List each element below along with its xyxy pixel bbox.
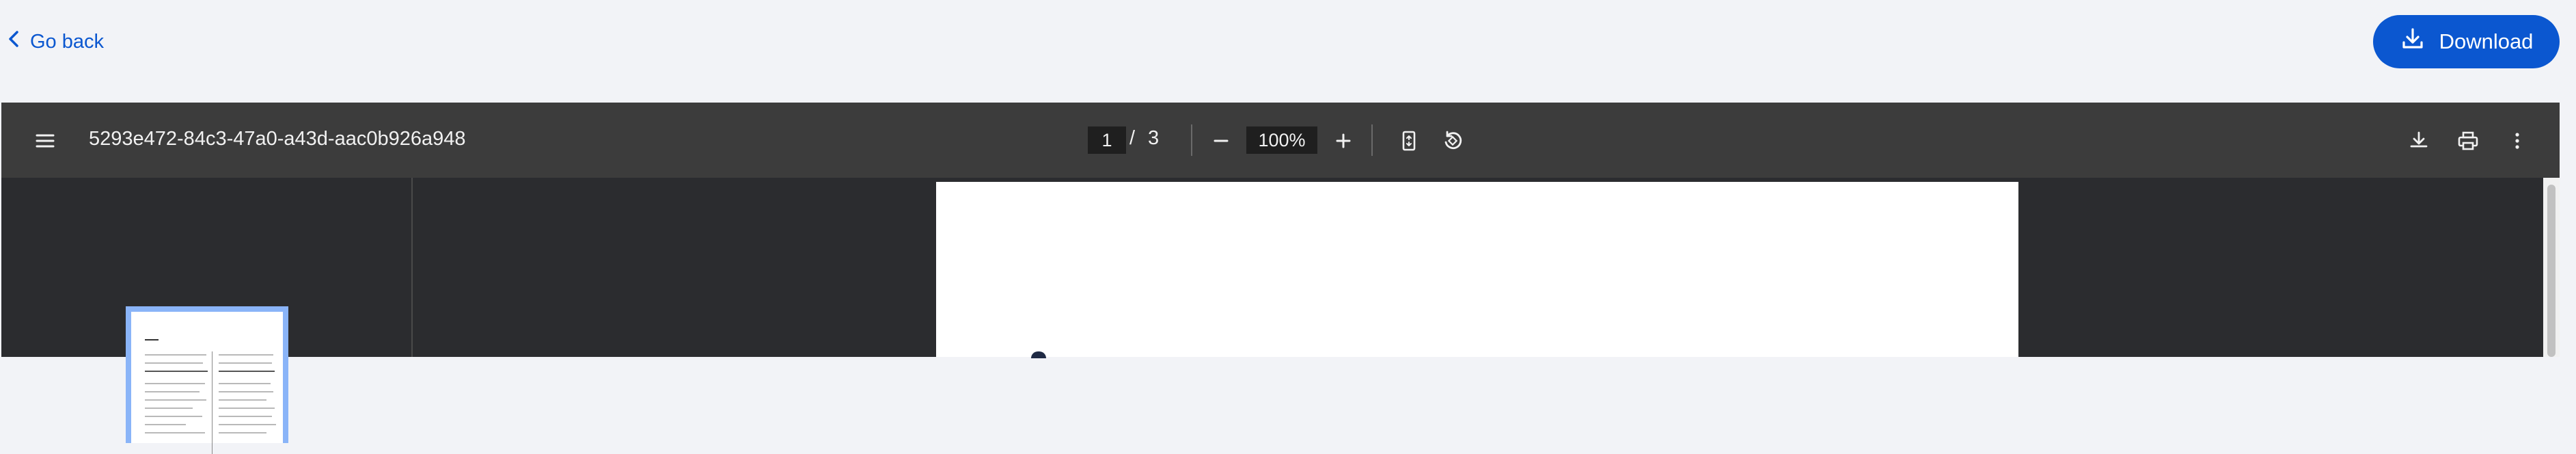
rotate-icon[interactable] [1439, 127, 1466, 155]
thumbnail-text-line [219, 391, 273, 392]
thumbnail-text-line [219, 383, 271, 384]
page-thumbnail[interactable] [126, 306, 288, 454]
thumbnail-text-line [145, 391, 200, 392]
scrollbar-thumb[interactable] [2547, 185, 2556, 357]
zoom-input[interactable]: 100% [1246, 126, 1317, 154]
download-icon[interactable] [2405, 127, 2433, 155]
thumbnail-text-line [145, 408, 193, 409]
print-icon[interactable] [2454, 127, 2482, 155]
thumbnail-text-line [145, 432, 205, 433]
page-total: 3 [1148, 127, 1160, 149]
thumbnail-column-divider [212, 351, 213, 454]
go-back-link[interactable]: Go back [7, 27, 104, 56]
thumbnail-text-line [219, 354, 273, 356]
thumbnail-text-line [145, 354, 206, 356]
minus-icon[interactable] [1207, 127, 1235, 155]
toolbar-divider [1191, 124, 1192, 156]
thumbnail-logo [145, 339, 159, 340]
download-icon [2400, 26, 2426, 57]
thumbnail-text-line [219, 424, 276, 425]
page-number-input[interactable]: 1 [1088, 126, 1126, 154]
document-title: 5293e472-84c3-47a0-a43d-aac0b926a948 [89, 128, 466, 150]
thumbnail-text-line [145, 383, 205, 384]
thumbnail-text-line [219, 371, 275, 372]
pdf-viewer: 5293e472-84c3-47a0-a43d-aac0b926a948 1 /… [1, 103, 2560, 454]
thumbnail-text-line [219, 362, 272, 364]
toolbar-divider [1371, 124, 1373, 156]
download-button[interactable]: Download [2373, 15, 2560, 68]
thumbnail-sidebar [1, 178, 413, 454]
download-button-label: Download [2439, 29, 2534, 53]
thumbnail-text-line [145, 362, 203, 364]
thumbnail-text-line [219, 432, 266, 433]
page-separator: / [1129, 127, 1136, 149]
page-content-fragment [1031, 351, 1046, 358]
chevron-left-icon [7, 30, 20, 53]
thumbnail-text-line [145, 416, 202, 417]
viewer-toolbar: 5293e472-84c3-47a0-a43d-aac0b926a948 1 /… [1, 103, 2560, 178]
top-bar: Go back Download [0, 0, 2576, 103]
document-page [936, 182, 2018, 358]
thumbnail-text-line [145, 424, 186, 425]
thumbnail-text-line [219, 408, 275, 409]
thumbnail-text-line [219, 416, 272, 417]
document-canvas[interactable] [413, 178, 2543, 358]
fit-page-icon[interactable] [1395, 127, 1423, 155]
vertical-scrollbar[interactable] [2543, 178, 2560, 357]
more-vertical-icon[interactable] [2504, 127, 2531, 155]
menu-icon[interactable] [31, 127, 59, 155]
plus-icon[interactable] [1330, 127, 1357, 155]
thumbnail-text-line [219, 399, 266, 401]
go-back-label: Go back [30, 30, 104, 53]
thumbnail-text-line [145, 399, 206, 401]
thumbnail-text-line [145, 371, 208, 372]
